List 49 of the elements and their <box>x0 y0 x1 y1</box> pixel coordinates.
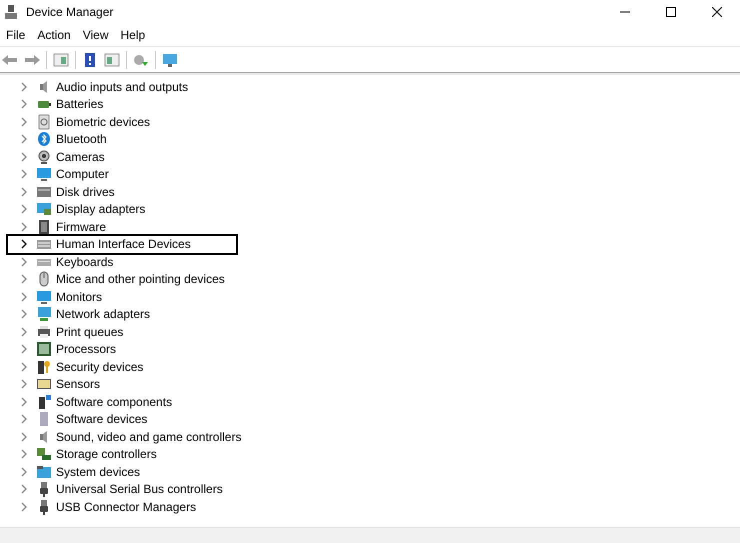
menu-item[interactable]: View <box>76 26 114 44</box>
tree-item[interactable]: Bluetooth <box>56 130 107 148</box>
tree-item[interactable]: Sound, video and game controllers <box>56 428 242 446</box>
close-icon[interactable] <box>712 7 722 17</box>
tree-item[interactable]: Cameras <box>56 148 105 166</box>
printer-icon <box>36 324 52 340</box>
tree-item[interactable]: Batteries <box>56 95 104 114</box>
tree-item[interactable]: Storage controllers <box>56 445 157 464</box>
chip-icon <box>36 218 52 235</box>
tree-item[interactable]: Monitors <box>56 288 102 306</box>
tree-item[interactable]: Human Interface Devices <box>56 235 191 254</box>
monitor-icon <box>36 166 52 182</box>
tree-item[interactable]: Processors <box>56 340 116 358</box>
tree-item[interactable]: System devices <box>56 462 140 481</box>
display-card-icon <box>36 201 52 218</box>
minimize-icon[interactable] <box>620 11 630 13</box>
tree-item[interactable]: Sensors <box>56 375 100 394</box>
tree-item[interactable]: Print queues <box>56 322 124 341</box>
tree-item[interactable]: Display adapters <box>56 200 146 218</box>
tree-item[interactable]: Audio inputs and outputs <box>56 78 188 96</box>
component-icon <box>36 394 52 410</box>
tree-item[interactable]: Mice and other pointing devices <box>56 270 225 288</box>
storage-icon <box>36 446 52 462</box>
menu-item[interactable]: Action <box>31 26 77 44</box>
app-icon <box>4 4 18 20</box>
tree-item[interactable]: Security devices <box>56 358 144 376</box>
tree-item[interactable]: Software devices <box>56 410 148 428</box>
network-icon <box>36 306 52 322</box>
tree-item[interactable]: Universal Serial Bus controllers <box>56 480 223 498</box>
expand-chevron-icon[interactable] <box>20 239 28 250</box>
tree-item[interactable]: Network adapters <box>56 305 150 324</box>
key-icon <box>36 358 52 375</box>
maximize-icon[interactable] <box>666 7 676 17</box>
webcam-icon <box>36 148 52 165</box>
bluetooth-icon <box>36 131 52 148</box>
tree-item[interactable]: Computer <box>56 165 109 184</box>
processor-icon <box>36 341 52 358</box>
folder-icon <box>36 464 52 480</box>
monitor-icon <box>36 288 52 305</box>
tree-item[interactable]: Disk drives <box>56 182 115 201</box>
menu-item[interactable]: Help <box>114 26 152 44</box>
tree-item[interactable]: Keyboards <box>56 252 114 271</box>
fingerprint-icon <box>36 114 52 130</box>
tree-item[interactable]: Biometric devices <box>56 112 150 131</box>
window-title: Device Manager <box>26 4 114 21</box>
tree-item[interactable]: USB Connector Managers <box>56 498 196 516</box>
tree-item[interactable]: Software components <box>56 392 172 411</box>
menu-item[interactable]: File <box>0 26 32 44</box>
tree-item[interactable]: Firmware <box>56 218 106 236</box>
